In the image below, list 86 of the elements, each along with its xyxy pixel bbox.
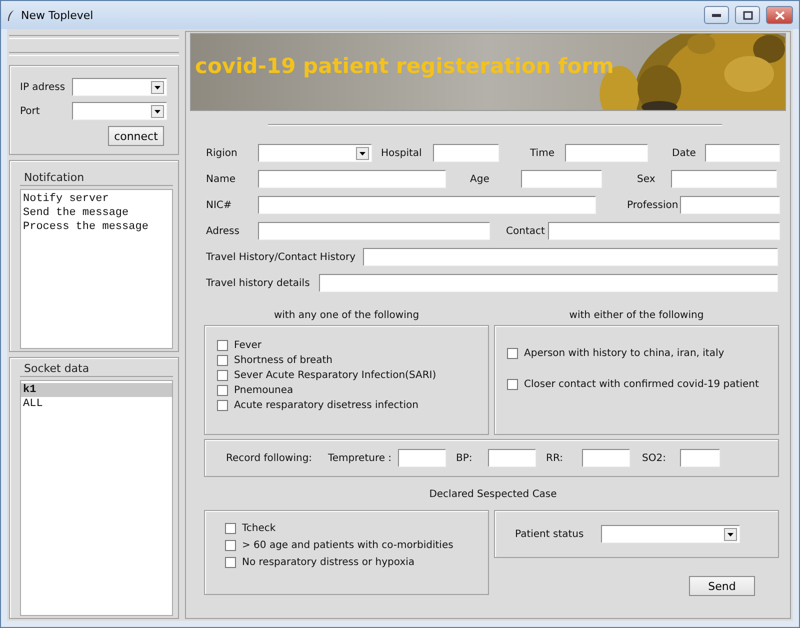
- field-label: BP:: [456, 452, 474, 464]
- checkbox-label: Aperson with history to china, iran, italy: [524, 348, 724, 359]
- text-field[interactable]: [680, 449, 720, 467]
- log-line: Send the message: [22, 206, 130, 220]
- text-field[interactable]: [548, 222, 780, 240]
- field-label: IP adress: [20, 82, 66, 92]
- caret-icon: [356, 146, 369, 160]
- log-line: Notify server: [22, 192, 110, 206]
- text-field[interactable]: [565, 144, 648, 162]
- close-icon: [774, 10, 784, 20]
- text-field[interactable]: [258, 196, 596, 214]
- field-label: RR:: [546, 452, 564, 464]
- minimize-button[interactable]: [704, 6, 729, 24]
- field-label: Time: [530, 148, 556, 158]
- field-label: SO2:: [642, 452, 667, 464]
- field-label: Travel history details: [206, 278, 311, 288]
- caret-icon: [151, 104, 164, 118]
- checkbox-label: Sever Acute Resparatory Infection(SARI): [234, 370, 436, 381]
- field-label: Rigion: [206, 148, 238, 158]
- text-field[interactable]: [258, 222, 490, 240]
- group-title: Socket data: [20, 362, 173, 377]
- checkbox-label: Closer contact with confirmed covid-19 patient: [524, 379, 759, 390]
- checkbox-label: Shortness of breath: [234, 355, 333, 366]
- combo-box[interactable]: [72, 78, 167, 96]
- minimize-icon: [712, 13, 721, 17]
- list-item[interactable]: k1: [21, 383, 172, 397]
- checkbox[interactable]: [225, 557, 236, 568]
- checkbox[interactable]: [217, 340, 228, 351]
- checkbox-label: Tcheck: [242, 523, 276, 534]
- text-field[interactable]: [319, 274, 778, 292]
- field-label: Age: [470, 174, 490, 184]
- text-field[interactable]: [705, 144, 780, 162]
- checkbox-label: Acute resparatory disetress infection: [234, 400, 418, 411]
- checkbox-label: Fever: [234, 340, 262, 351]
- group-title: Notifcation: [20, 171, 173, 186]
- checkbox[interactable]: [217, 400, 228, 411]
- window-title: New Toplevel: [21, 8, 94, 22]
- maximize-button[interactable]: [735, 6, 760, 24]
- combo-box[interactable]: [601, 525, 740, 543]
- text-field[interactable]: [433, 144, 499, 162]
- text-field[interactable]: [680, 196, 780, 214]
- send-button[interactable]: Send: [689, 576, 755, 596]
- text-field[interactable]: [582, 449, 630, 467]
- banner-title: covid-19 patient registeration form: [195, 54, 614, 78]
- field-label: Profession: [627, 200, 680, 210]
- close-button[interactable]: [766, 6, 793, 24]
- caret-icon: [724, 528, 737, 540]
- text-field[interactable]: [671, 170, 777, 188]
- checkbox-label: No resparatory distress or hypoxia: [242, 557, 415, 568]
- field-label: Port: [20, 106, 41, 116]
- field-label: Tempreture :: [328, 452, 393, 464]
- caret-icon: [151, 80, 164, 94]
- checkbox[interactable]: [217, 385, 228, 396]
- maximize-icon: [742, 10, 752, 20]
- checkbox[interactable]: [225, 523, 236, 534]
- text-field[interactable]: [521, 170, 602, 188]
- field-label: Date: [672, 148, 697, 158]
- field-label: Adress: [206, 226, 240, 236]
- text-field[interactable]: [258, 170, 446, 188]
- checkbox[interactable]: [217, 355, 228, 366]
- checkbox-label: Pnemounea: [234, 385, 294, 396]
- combo-box[interactable]: [258, 144, 372, 162]
- field-label: Sex: [637, 174, 656, 184]
- field-label: Patient status: [515, 528, 585, 540]
- checkbox[interactable]: [507, 348, 518, 359]
- field-label: Record following:: [226, 452, 314, 464]
- checkbox[interactable]: [217, 370, 228, 381]
- field-label: Contact: [506, 226, 546, 236]
- combo-box[interactable]: [72, 102, 167, 120]
- connect-button[interactable]: connect: [108, 126, 164, 146]
- field-label: Travel History/Contact History: [206, 252, 357, 262]
- log-line: Process the message: [22, 220, 150, 234]
- section-heading: with any one of the following: [272, 310, 420, 321]
- text-field[interactable]: [398, 449, 446, 467]
- checkbox-label: > 60 age and patients with co-morbidities: [242, 540, 454, 551]
- section-heading: with either of the following: [568, 310, 705, 321]
- list-item[interactable]: ALL: [21, 397, 172, 411]
- text-field[interactable]: [363, 248, 778, 266]
- feather-icon: [7, 8, 15, 22]
- checkbox[interactable]: [507, 379, 518, 390]
- checkbox[interactable]: [225, 540, 236, 551]
- section-heading: Declared Sespected Case: [428, 489, 558, 500]
- field-label: Hospital: [381, 148, 423, 158]
- field-label: Name: [206, 174, 237, 184]
- field-label: NIC#: [206, 200, 233, 210]
- text-field[interactable]: [488, 449, 536, 467]
